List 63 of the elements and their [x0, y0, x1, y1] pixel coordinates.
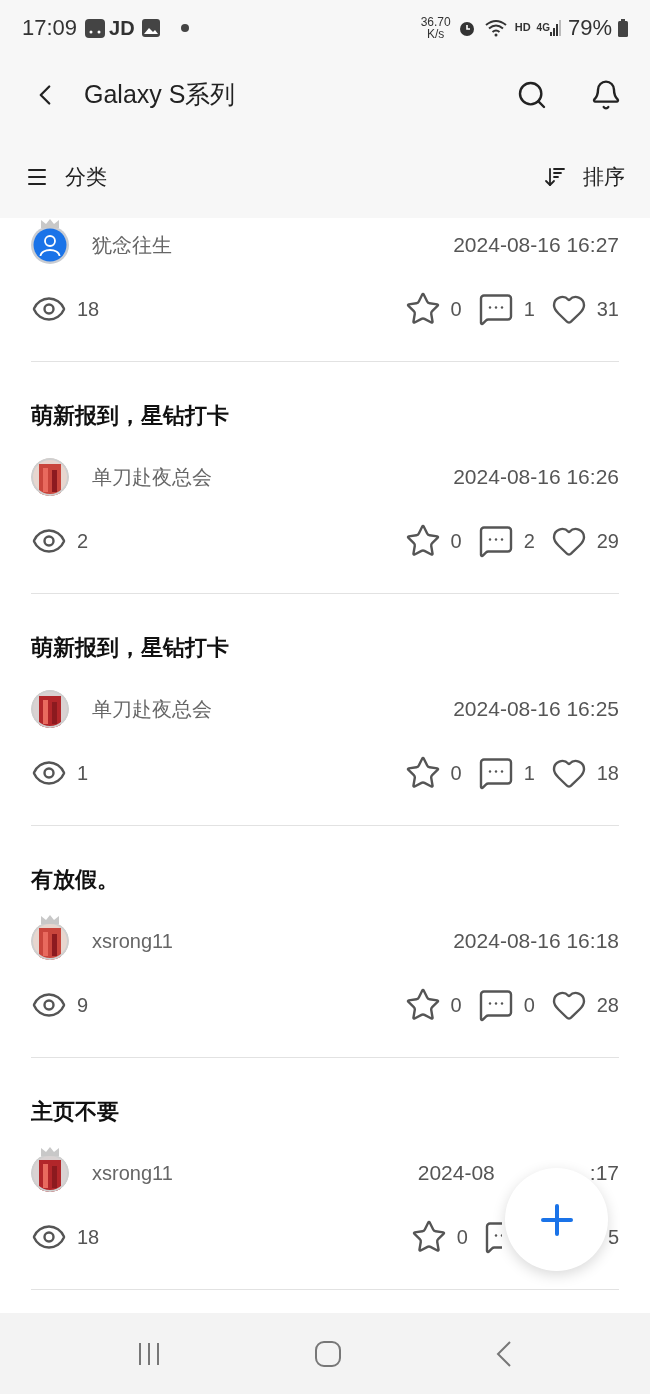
view-count: 9 [77, 993, 89, 1018]
recent-apps-icon[interactable] [136, 1340, 162, 1367]
comment-count: 1 [523, 761, 535, 786]
comment-count: 0 [523, 993, 535, 1018]
post-date: 2024-08-16 16:25 [453, 696, 619, 723]
post-time-fragment: :17 [589, 1160, 619, 1187]
post-date: 2024-08 [417, 1160, 495, 1187]
hd-indicator: HD [514, 20, 531, 36]
speed-unit: K/s [427, 27, 445, 40]
like-count: 31 [596, 297, 619, 322]
post-date: 2024-08-16 16:18 [453, 928, 619, 955]
favorite-icon[interactable] [404, 523, 441, 559]
category-filter-button[interactable]: 分类 [25, 160, 107, 193]
signal-icon [549, 19, 562, 36]
username[interactable]: 单刀赴夜总会 [92, 462, 212, 492]
sort-button[interactable]: 排序 [543, 160, 625, 193]
favorite-count: 0 [450, 993, 462, 1018]
comment-icon[interactable] [477, 291, 514, 327]
username[interactable]: 犹念往生 [92, 230, 172, 260]
username[interactable]: 单刀赴夜总会 [92, 694, 212, 724]
home-icon[interactable] [314, 1339, 342, 1368]
network-type: 4G [536, 20, 550, 35]
clock: 17:09 [22, 14, 78, 42]
favorite-icon[interactable] [404, 291, 441, 327]
view-count: 18 [77, 1225, 100, 1250]
search-icon[interactable] [516, 79, 548, 111]
comment-count: 2 [523, 529, 535, 554]
post-title[interactable]: 萌新报到，星钻打卡 [31, 400, 619, 432]
notification-bell-icon[interactable] [590, 79, 622, 111]
post-date: 2024-08-16 16:27 [453, 232, 619, 259]
like-count: 28 [596, 993, 619, 1018]
like-count: 5 [607, 1225, 619, 1250]
page-title: Galaxy S系列 [84, 79, 236, 111]
comment-icon[interactable] [477, 755, 514, 791]
comment-icon[interactable] [483, 1219, 502, 1255]
view-count: 18 [77, 297, 100, 322]
post-title[interactable]: 有放假。 [31, 864, 619, 896]
like-count: 18 [596, 761, 619, 786]
user-avatar-icon [31, 226, 69, 264]
post-date: 2024-08-16 16:26 [453, 464, 619, 491]
favorite-count: 0 [450, 761, 462, 786]
username[interactable]: xsrong11 [92, 926, 173, 956]
comment-icon[interactable] [477, 987, 514, 1023]
favorite-count: 0 [450, 297, 462, 322]
username[interactable]: xsrong11 [92, 1158, 173, 1188]
post-title[interactable]: 萌新报到，星钻打卡 [31, 632, 619, 664]
favorite-icon[interactable] [404, 755, 441, 791]
app-label: JD [109, 15, 135, 41]
like-count: 29 [596, 529, 619, 554]
favorite-count: 0 [456, 1225, 468, 1250]
comment-count: 1 [523, 297, 535, 322]
battery-percent: 79% [567, 14, 612, 42]
image-icon [140, 17, 161, 38]
favorite-count: 0 [450, 529, 462, 554]
favorite-icon[interactable] [404, 987, 441, 1023]
battery-icon [618, 18, 628, 37]
post-title[interactable]: 主页不要 [31, 1096, 619, 1128]
view-count: 1 [77, 761, 89, 786]
back-nav-icon[interactable] [494, 1339, 514, 1368]
view-count: 2 [77, 529, 89, 554]
favorite-icon[interactable] [410, 1219, 447, 1255]
network-speed: 36.70 [420, 15, 451, 28]
comment-icon[interactable] [477, 523, 514, 559]
